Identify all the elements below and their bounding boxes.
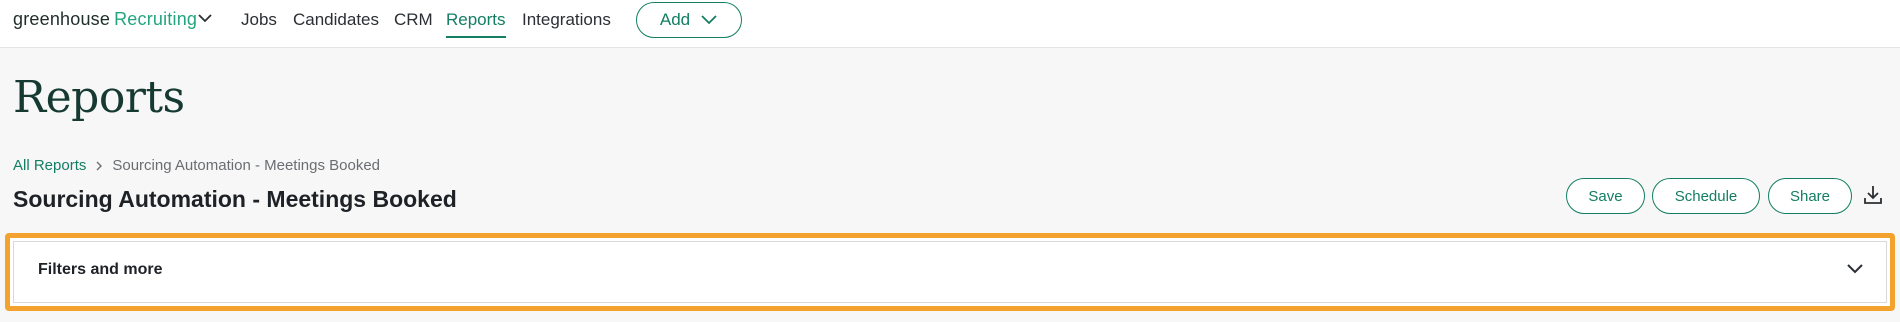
share-button-label: Share <box>1789 187 1831 205</box>
breadcrumb: All Reports Sourcing Automation - Meetin… <box>13 157 380 174</box>
logo[interactable]: greenhouse Recruiting <box>13 9 197 30</box>
filters-highlight: Filters and more <box>5 233 1895 311</box>
filters-label: Filters and more <box>38 261 163 278</box>
chevron-down-icon[interactable] <box>197 12 213 24</box>
nav-integrations[interactable]: Integrations <box>522 10 611 36</box>
save-button[interactable]: Save <box>1566 178 1645 214</box>
schedule-button[interactable]: Schedule <box>1652 178 1760 214</box>
breadcrumb-all-reports[interactable]: All Reports <box>13 157 86 174</box>
chevron-down-icon <box>701 15 717 25</box>
add-button[interactable]: Add <box>636 2 742 38</box>
report-title: Sourcing Automation - Meetings Booked <box>13 186 457 212</box>
breadcrumb-current: Sourcing Automation - Meetings Booked <box>112 157 381 174</box>
nav-reports[interactable]: Reports <box>446 10 506 38</box>
nav-crm[interactable]: CRM <box>394 10 433 36</box>
schedule-button-label: Schedule <box>1674 187 1738 205</box>
filters-accordion[interactable]: Filters and more <box>13 241 1887 303</box>
nav-jobs[interactable]: Jobs <box>241 10 277 36</box>
page-title: Reports <box>13 72 185 123</box>
chevron-right-icon <box>96 161 103 170</box>
share-button[interactable]: Share <box>1768 178 1852 214</box>
add-button-label: Add <box>659 10 691 29</box>
logo-main: greenhouse <box>13 9 111 29</box>
nav-candidates[interactable]: Candidates <box>293 10 379 36</box>
download-icon[interactable] <box>1862 184 1884 206</box>
save-button-label: Save <box>1588 187 1623 205</box>
top-navigation: greenhouse Recruiting Jobs Candidates CR… <box>0 0 1900 48</box>
logo-accent: Recruiting <box>114 9 198 29</box>
chevron-down-icon[interactable] <box>1846 263 1864 275</box>
